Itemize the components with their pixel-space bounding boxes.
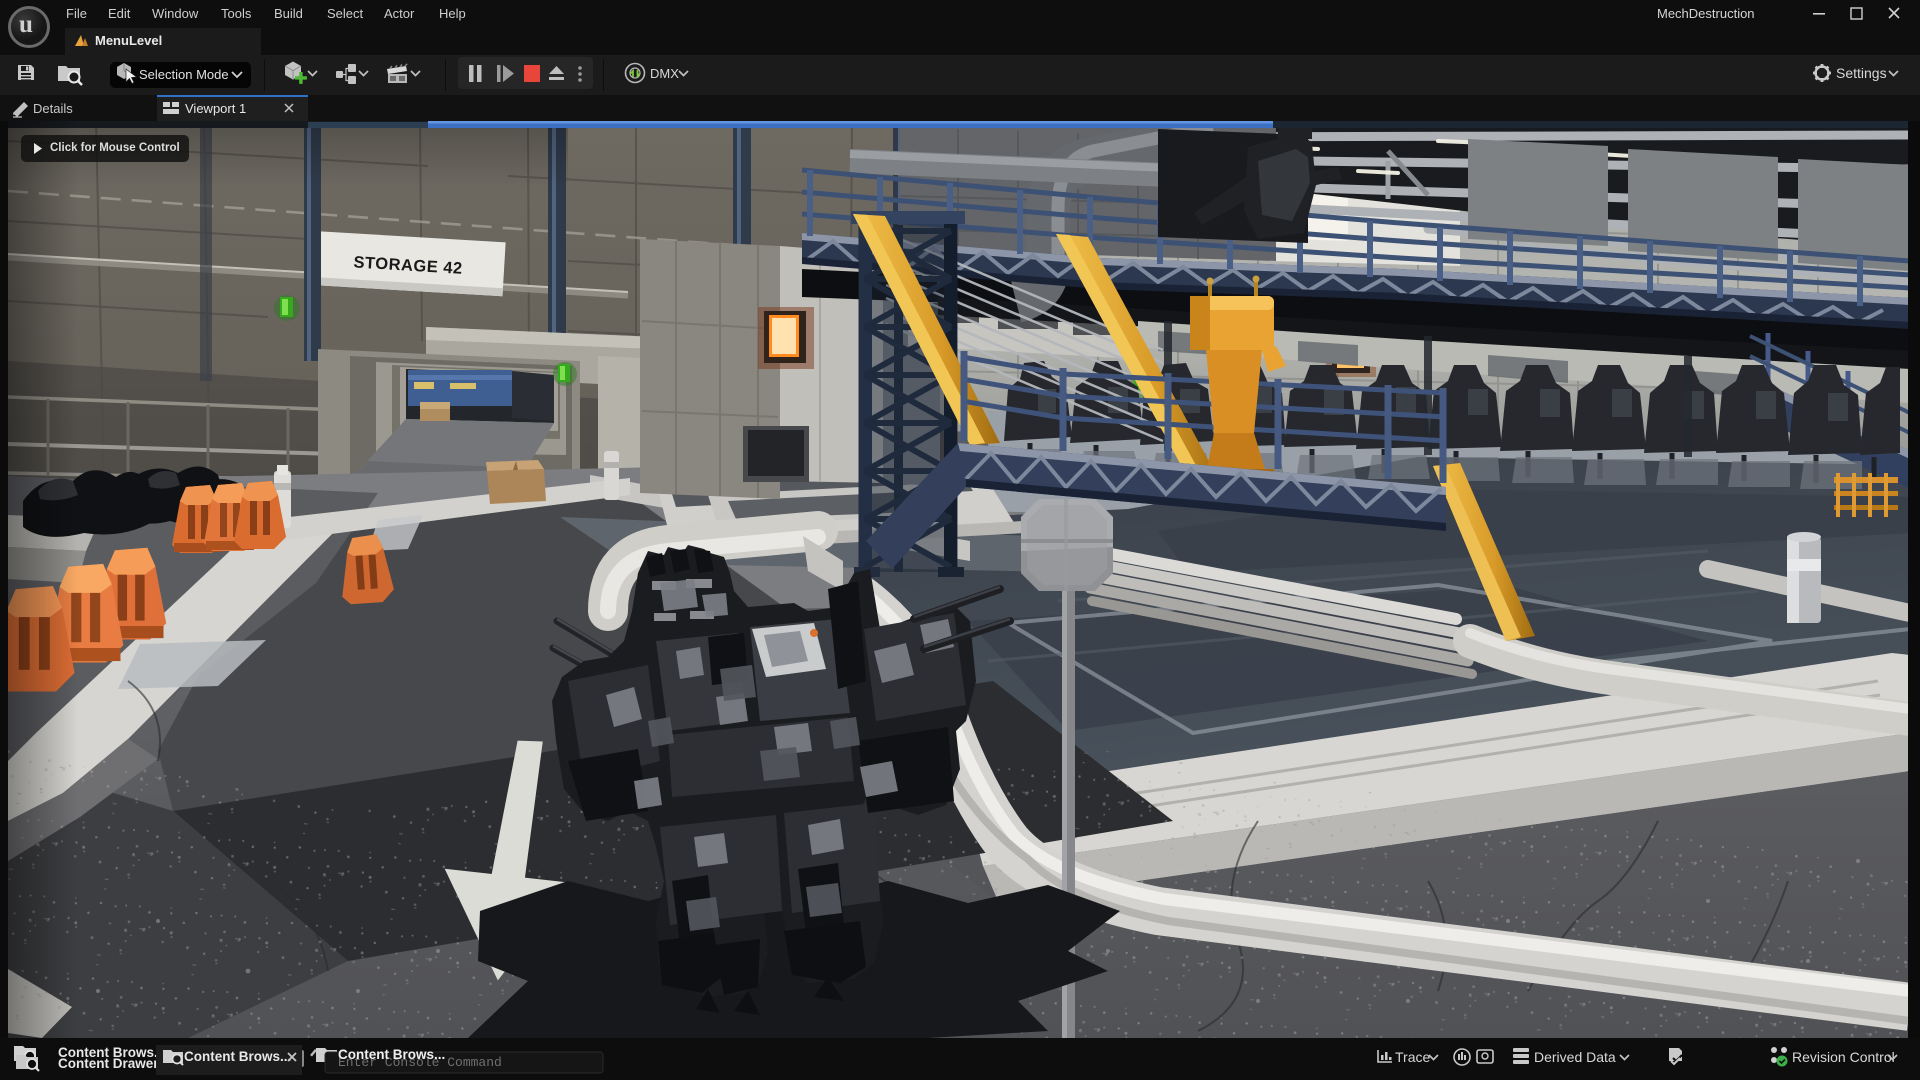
svg-text:Trace: Trace xyxy=(1395,1049,1430,1065)
svg-text:Selection Mode: Selection Mode xyxy=(139,67,229,82)
svg-text:Settings: Settings xyxy=(1836,65,1887,81)
svg-text:Derived Data: Derived Data xyxy=(1534,1049,1616,1065)
svg-text:Details: Details xyxy=(33,101,73,116)
svg-text:Content Drawer: Content Drawer xyxy=(58,1056,159,1071)
svg-text:Content Brows...: Content Brows... xyxy=(338,1047,445,1062)
svg-text:Content Brows...: Content Brows... xyxy=(184,1049,291,1064)
svg-text:Revision Control: Revision Control xyxy=(1792,1049,1895,1065)
svg-text:Viewport 1: Viewport 1 xyxy=(185,101,246,116)
svg-text:DMX: DMX xyxy=(650,66,679,81)
